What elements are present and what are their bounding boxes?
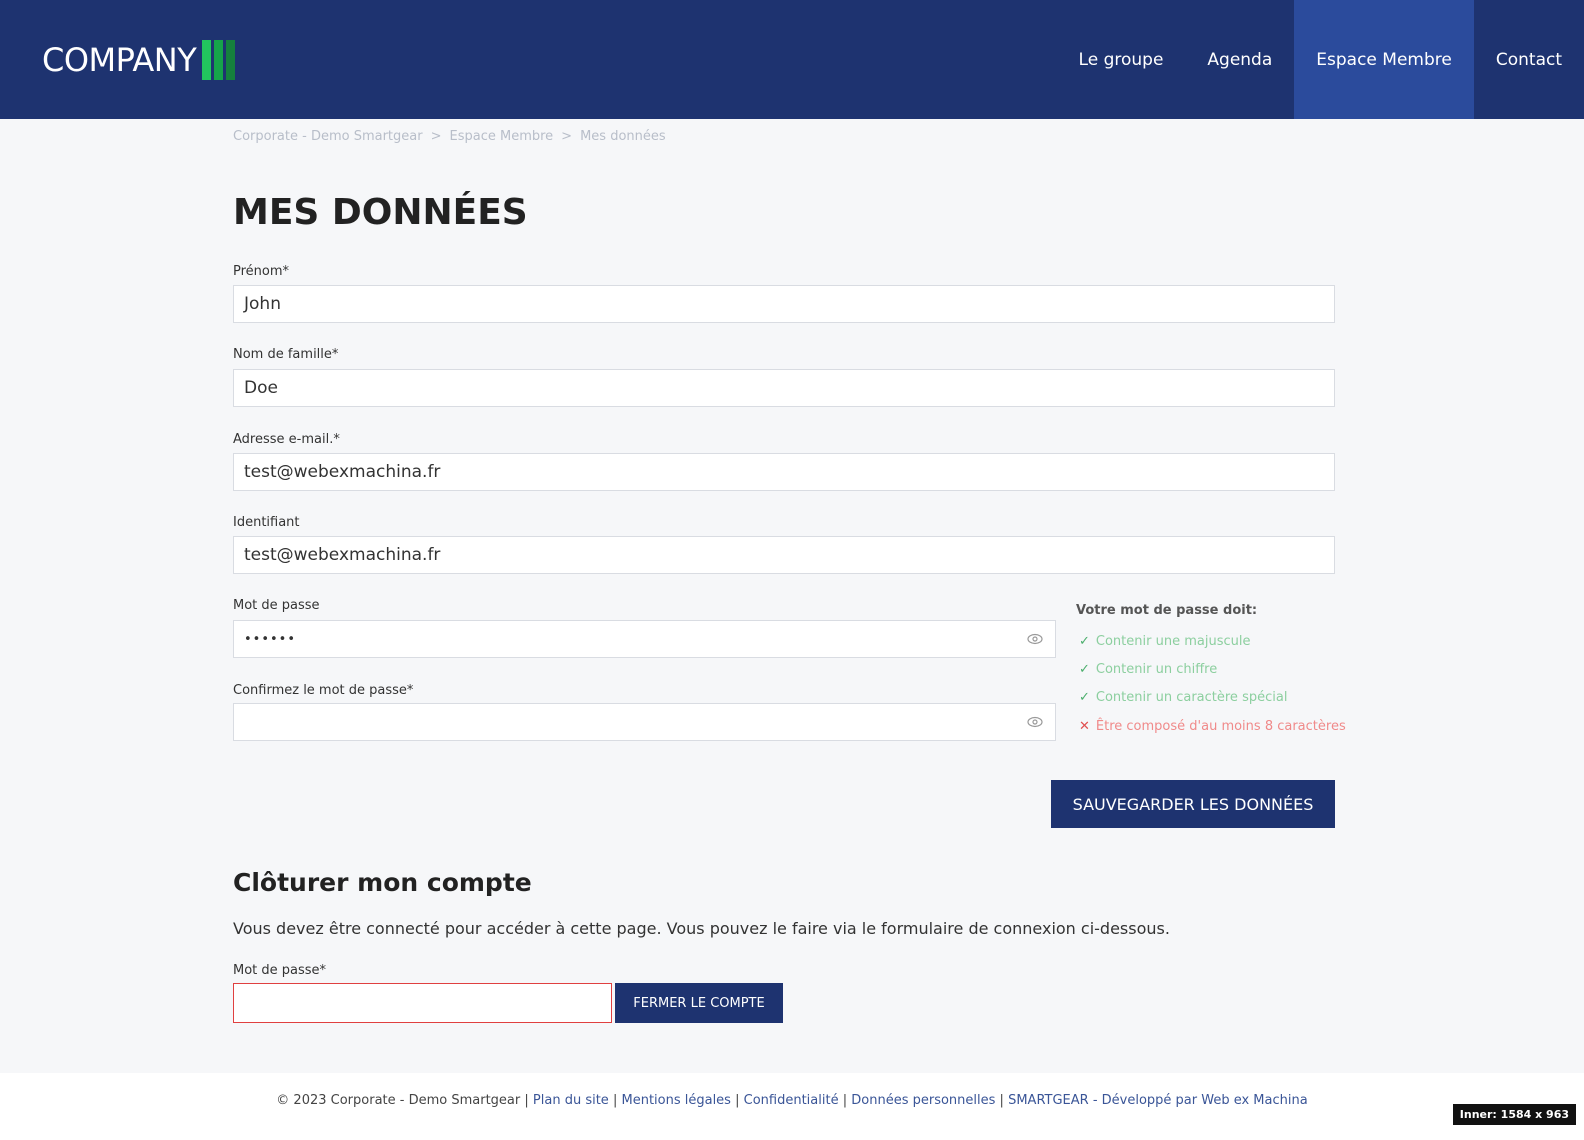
footer-separator: |	[735, 1093, 740, 1108]
eye-icon[interactable]	[1027, 715, 1043, 729]
footer-separator: |	[612, 1093, 618, 1108]
password-rule-uppercase: ✓ Contenir une majuscule	[1079, 634, 1250, 649]
check-icon: ✓	[1079, 690, 1090, 705]
breadcrumb: Corporate - Demo Smartgear > Espace Memb…	[233, 129, 666, 144]
password-rule-text: Contenir une majuscule	[1095, 634, 1251, 649]
logo-bars-icon	[202, 40, 236, 80]
footer-link-privacy[interactable]: Confidentialité	[744, 1093, 839, 1108]
email-label: Adresse e-mail.*	[233, 432, 340, 447]
nav-item-le-groupe[interactable]: Le groupe	[1057, 0, 1186, 119]
last-name-label: Nom de famille*	[233, 347, 339, 362]
password-rule-special: ✓ Contenir un caractère spécial	[1079, 690, 1287, 705]
footer-link-legal[interactable]: Mentions légales	[621, 1093, 730, 1108]
cross-icon: ✕	[1079, 719, 1090, 734]
footer-separator: |	[999, 1093, 1004, 1108]
breadcrumb-separator: >	[430, 129, 442, 144]
breadcrumb-item-current: Mes données	[580, 129, 666, 144]
password-rule-digit: ✓ Contenir un chiffre	[1079, 662, 1217, 677]
close-account-text: Vous devez être connecté pour accéder à …	[233, 919, 1170, 938]
site-footer: © 2023 Corporate - Demo Smartgear | Plan…	[0, 1073, 1584, 1140]
logo-text: COMPANY	[42, 41, 197, 79]
password-rules-title: Votre mot de passe doit:	[1076, 603, 1258, 618]
close-account-button[interactable]: FERMER LE COMPTE	[615, 983, 783, 1023]
viewport-size-badge: Inner: 1584 x 963	[1452, 1104, 1576, 1125]
footer-link-smartgear[interactable]: SMARTGEAR - Développé par Web ex Machina	[1008, 1093, 1308, 1108]
site-header: COMPANY Le groupe Agenda Espace Membre C…	[0, 0, 1584, 119]
confirm-password-label: Confirmez le mot de passe*	[233, 683, 414, 698]
breadcrumb-item-home[interactable]: Corporate - Demo Smartgear	[233, 129, 423, 144]
first-name-input[interactable]: John	[233, 285, 1335, 323]
password-input[interactable]: ••••••	[233, 620, 1056, 658]
footer-line: © 2023 Corporate - Demo Smartgear | Plan…	[0, 1093, 1584, 1108]
footer-separator: |	[524, 1093, 529, 1108]
footer-copyright: © 2023 Corporate - Demo Smartgear	[276, 1093, 521, 1108]
main-nav: Le groupe Agenda Espace Membre Contact	[1057, 0, 1584, 119]
first-name-label: Prénom*	[233, 264, 290, 279]
check-icon: ✓	[1079, 634, 1090, 649]
password-rule-text: Contenir un chiffre	[1095, 662, 1218, 677]
username-label: Identifiant	[233, 515, 300, 530]
nav-item-agenda[interactable]: Agenda	[1185, 0, 1294, 119]
footer-separator: |	[842, 1093, 848, 1108]
page-title: MES DONNÉES	[233, 192, 528, 233]
email-input[interactable]: test@webexmachina.fr	[233, 453, 1335, 491]
breadcrumb-separator: >	[561, 129, 573, 144]
password-rule-text: Être composé d'au moins 8 caractères	[1095, 719, 1346, 734]
last-name-input[interactable]: Doe	[233, 369, 1335, 407]
confirm-password-input[interactable]	[233, 703, 1056, 741]
password-rule-length: ✕ Être composé d'au moins 8 caractères	[1079, 719, 1346, 734]
password-rule-text: Contenir un caractère spécial	[1095, 690, 1288, 705]
close-account-title: Clôturer mon compte	[233, 868, 532, 897]
close-password-label: Mot de passe*	[233, 963, 327, 978]
nav-item-contact[interactable]: Contact	[1474, 0, 1584, 119]
save-data-button[interactable]: SAUVEGARDER LES DONNÉES	[1051, 780, 1335, 828]
check-icon: ✓	[1079, 662, 1090, 677]
username-input[interactable]: test@webexmachina.fr	[233, 536, 1335, 574]
password-value: ••••••	[244, 631, 297, 647]
password-label: Mot de passe	[233, 598, 320, 613]
footer-link-sitemap[interactable]: Plan du site	[533, 1093, 609, 1108]
footer-link-personal-data[interactable]: Données personnelles	[851, 1093, 995, 1108]
close-password-input[interactable]	[233, 983, 612, 1023]
company-logo[interactable]: COMPANY	[42, 38, 236, 82]
nav-item-espace-membre[interactable]: Espace Membre	[1294, 0, 1474, 119]
eye-icon[interactable]	[1027, 632, 1043, 646]
breadcrumb-item-espace-membre[interactable]: Espace Membre	[450, 129, 554, 144]
